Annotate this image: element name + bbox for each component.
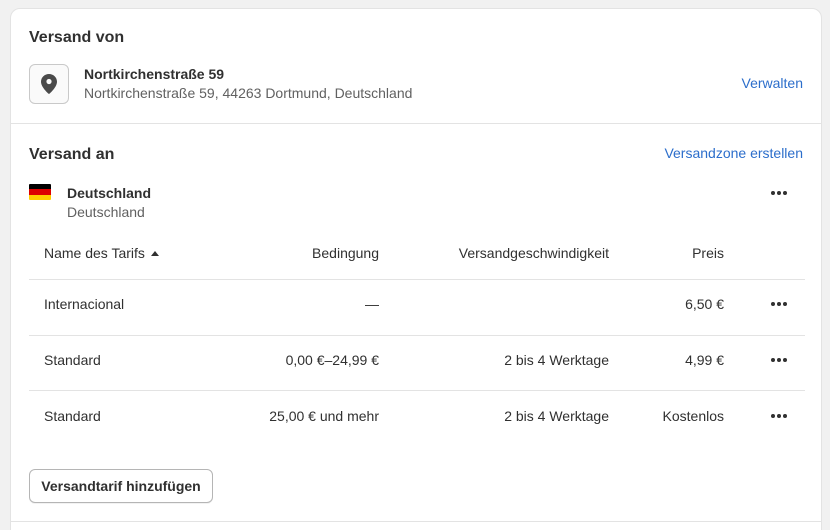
add-shipping-rate-button[interactable]: Versandtarif hinzufügen bbox=[29, 469, 213, 503]
rate-condition: 0,00 €–24,99 € bbox=[285, 352, 379, 368]
rate-condition: — bbox=[365, 296, 379, 312]
column-header-price: Preis bbox=[692, 245, 724, 261]
zone-name: Deutschland bbox=[67, 185, 152, 201]
rate-price: Kostenlos bbox=[662, 408, 724, 424]
rate-more-actions-icon[interactable] bbox=[767, 352, 791, 368]
column-header-speed: Versandgeschwindigkeit bbox=[458, 245, 609, 261]
rate-name: Internacional bbox=[44, 296, 125, 312]
row-divider bbox=[29, 335, 805, 336]
rate-condition: 25,00 € und mehr bbox=[269, 408, 379, 424]
rate-price: 4,99 € bbox=[685, 352, 724, 368]
section-divider bbox=[11, 123, 821, 124]
location-pin-icon bbox=[41, 74, 57, 94]
rate-speed: 2 bis 4 Werktage bbox=[504, 352, 609, 368]
bottom-divider bbox=[11, 521, 821, 522]
origin-location-name: Nortkirchenstraße 59 bbox=[84, 66, 225, 82]
column-header-condition: Bedingung bbox=[312, 245, 379, 261]
manage-location-link[interactable]: Verwalten bbox=[742, 75, 803, 91]
shipping-profile-card: Versand von Nortkirchenstraße 59 Nortkir… bbox=[10, 8, 822, 530]
origin-location-address: Nortkirchenstraße 59, 44263 Dortmund, De… bbox=[84, 85, 413, 101]
zone-countries: Deutschland bbox=[67, 204, 145, 220]
column-header-name-label: Name des Tarifs bbox=[44, 245, 145, 261]
rate-speed: 2 bis 4 Werktage bbox=[504, 408, 609, 424]
table-header-divider bbox=[29, 279, 805, 280]
column-header-name[interactable]: Name des Tarifs bbox=[44, 245, 159, 261]
ship-to-title: Versand an bbox=[29, 146, 115, 163]
rate-more-actions-icon[interactable] bbox=[767, 408, 791, 424]
zone-more-actions-icon[interactable] bbox=[767, 185, 791, 201]
row-divider bbox=[29, 390, 805, 391]
rate-more-actions-icon[interactable] bbox=[767, 296, 791, 312]
rate-name: Standard bbox=[44, 352, 101, 368]
rate-name: Standard bbox=[44, 408, 101, 424]
rate-price: 6,50 € bbox=[685, 296, 724, 312]
create-zone-link[interactable]: Versandzone erstellen bbox=[664, 145, 803, 161]
germany-flag-icon bbox=[29, 184, 51, 200]
ship-from-title: Versand von bbox=[29, 29, 125, 46]
location-icon-box bbox=[29, 64, 69, 104]
sort-ascending-icon bbox=[150, 251, 159, 256]
